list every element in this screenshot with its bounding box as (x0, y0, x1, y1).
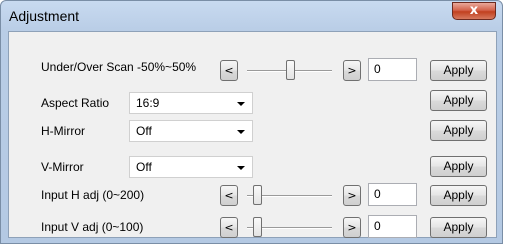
right-arrow-icon: > (347, 64, 357, 77)
scan-apply-button[interactable]: Apply (430, 60, 487, 81)
scan-value-field[interactable]: 0 (368, 58, 417, 81)
input-v-value-field[interactable]: 0 (368, 215, 417, 238)
h-mirror-select[interactable]: Off (129, 120, 253, 142)
aspect-ratio-apply-button[interactable]: Apply (430, 90, 487, 111)
chevron-down-icon (237, 130, 245, 134)
v-mirror-apply-button[interactable]: Apply (430, 156, 487, 177)
input-v-slider-thumb[interactable] (253, 217, 262, 237)
input-h-adj-label: Input H adj (0~200) (41, 188, 145, 202)
input-h-value-field[interactable]: 0 (368, 183, 417, 206)
adjustment-window: Adjustment x Under/Over Scan -50%~50% < … (0, 0, 503, 244)
input-v-apply-button[interactable]: Apply (430, 217, 487, 238)
input-v-slider[interactable] (247, 217, 332, 238)
right-arrow-icon: > (347, 189, 357, 202)
input-h-increase-button[interactable]: > (343, 185, 361, 206)
dialog-body: Under/Over Scan -50%~50% < > 0 Apply Asp… (8, 31, 497, 238)
input-h-slider-thumb[interactable] (253, 185, 262, 205)
input-h-apply-button[interactable]: Apply (430, 185, 487, 206)
scan-slider[interactable] (247, 60, 332, 81)
left-arrow-icon: < (224, 189, 234, 202)
window-title: Adjustment (9, 8, 80, 24)
scan-increase-button[interactable]: > (343, 60, 361, 81)
v-mirror-label: V-Mirror (41, 160, 84, 174)
input-v-increase-button[interactable]: > (343, 217, 361, 238)
input-h-slider[interactable] (247, 185, 332, 206)
scan-decrease-button[interactable]: < (220, 60, 238, 81)
chevron-down-icon (237, 166, 245, 170)
v-mirror-value: Off (136, 160, 152, 174)
input-v-adj-label: Input V adj (0~100) (41, 220, 144, 234)
chevron-down-icon (237, 102, 245, 106)
close-button[interactable]: x (452, 2, 496, 20)
right-arrow-icon: > (347, 221, 357, 234)
aspect-ratio-select[interactable]: 16:9 (129, 92, 253, 114)
left-arrow-icon: < (224, 64, 234, 77)
close-icon: x (469, 3, 479, 18)
aspect-ratio-label: Aspect Ratio (41, 96, 110, 110)
aspect-ratio-value: 16:9 (136, 96, 160, 110)
input-h-decrease-button[interactable]: < (220, 185, 238, 206)
v-mirror-select[interactable]: Off (129, 156, 253, 178)
h-mirror-label: H-Mirror (41, 124, 85, 138)
left-arrow-icon: < (224, 221, 234, 234)
h-mirror-value: Off (136, 124, 152, 138)
h-mirror-apply-button[interactable]: Apply (430, 120, 487, 141)
title-bar[interactable]: Adjustment x (1, 1, 502, 31)
scan-slider-thumb[interactable] (285, 60, 295, 80)
scan-label: Under/Over Scan -50%~50% (41, 60, 197, 74)
input-v-decrease-button[interactable]: < (220, 217, 238, 238)
